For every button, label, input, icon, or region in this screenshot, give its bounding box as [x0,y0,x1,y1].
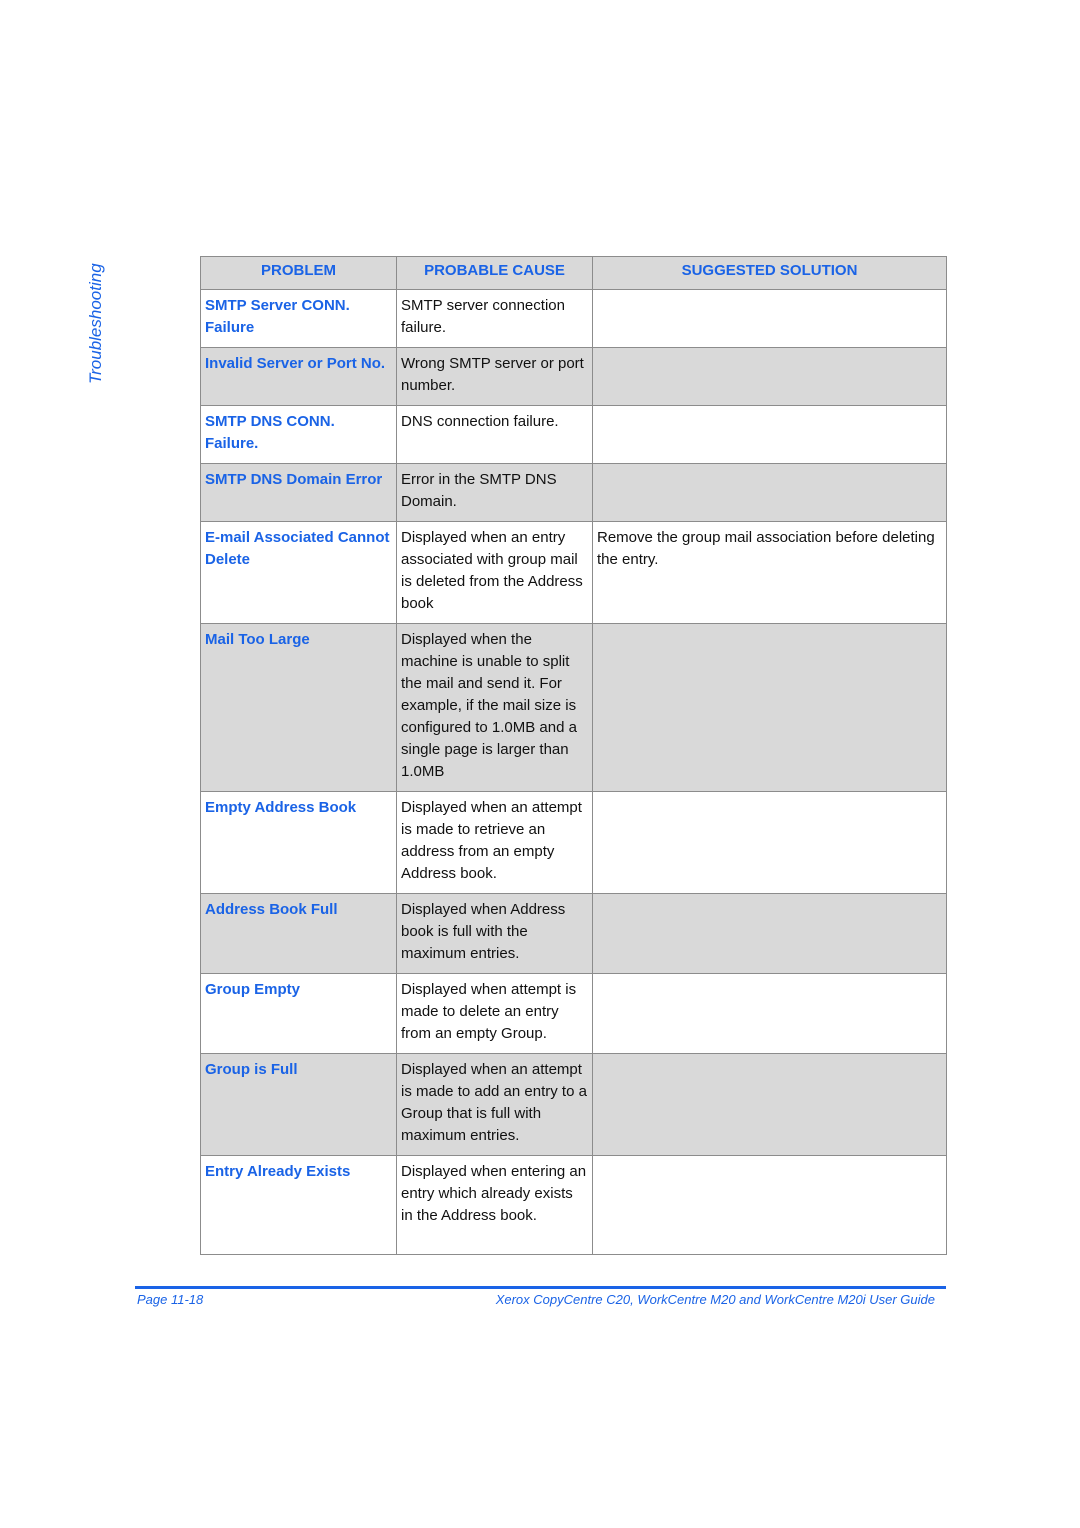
table-row: Empty Address Book Displayed when an atte… [200,791,947,894]
solution-cell [592,289,947,348]
problem-cell: Mail Too Large [200,623,397,792]
problem-cell: Entry Already Exists [200,1155,397,1255]
header-suggested-solution: SUGGESTED SOLUTION [592,256,947,290]
problem-cell: SMTP DNS Domain Error [200,463,397,522]
section-side-title: Troubleshooting [86,263,105,384]
problem-cell: Empty Address Book [200,791,397,894]
cause-cell: Displayed when attempt is made to delete… [396,973,593,1054]
cause-cell: Displayed when an entry associated with … [396,521,593,624]
problem-cell: Invalid Server or Port No. [200,347,397,406]
footer-guide-title: Xerox CopyCentre C20, WorkCentre M20 and… [495,1292,935,1307]
solution-cell [592,347,947,406]
footer-page-number: Page 11-18 [137,1292,204,1307]
solution-cell [592,1053,947,1156]
cause-cell: DNS connection failure. [396,405,593,464]
cause-cell: Displayed when the machine is unable to … [396,623,593,792]
table-row: Entry Already Exists Displayed when enter… [200,1155,947,1255]
problem-cell: Group Empty [200,973,397,1054]
cause-cell: Displayed when an attempt is made to ret… [396,791,593,894]
header-probable-cause: PROBABLE CAUSE [396,256,593,290]
cause-cell: Displayed when an attempt is made to add… [396,1053,593,1156]
table-row: Mail Too Large Displayed when the machine… [200,623,947,792]
solution-cell [592,1155,947,1255]
solution-cell [592,623,947,792]
solution-cell [592,791,947,894]
problem-cell: SMTP DNS CONN. Failure. [200,405,397,464]
table-row: Group Empty Displayed when attempt is mad… [200,973,947,1054]
table-row: Group is Full Displayed when an attempt i… [200,1053,947,1156]
cause-cell: SMTP server connection failure. [396,289,593,348]
troubleshooting-table: PROBLEM PROBABLE CAUSE SUGGESTED SOLUTIO… [200,256,947,1255]
table-row: Address Book Full Displayed when Address … [200,893,947,974]
table-row: E-mail Associated Cannot Delete Displayed… [200,521,947,624]
solution-cell [592,973,947,1054]
cause-cell: Displayed when Address book is full with… [396,893,593,974]
problem-cell: SMTP Server CONN. Failure [200,289,397,348]
footer-divider [135,1286,946,1289]
problem-cell: Group is Full [200,1053,397,1156]
problem-cell: Address Book Full [200,893,397,974]
cause-cell: Wrong SMTP server or port number. [396,347,593,406]
cause-cell: Displayed when entering an entry which a… [396,1155,593,1255]
solution-cell [592,405,947,464]
table-header-row: PROBLEM PROBABLE CAUSE SUGGESTED SOLUTIO… [200,256,947,290]
table-row: SMTP Server CONN. Failure SMTP server con… [200,289,947,348]
table-row: SMTP DNS Domain Error Error in the SMTP D… [200,463,947,522]
solution-cell [592,463,947,522]
table-row: Invalid Server or Port No. Wrong SMTP ser… [200,347,947,406]
header-problem: PROBLEM [200,256,397,290]
solution-cell [592,893,947,974]
table-row: SMTP DNS CONN. Failure. DNS connection fa… [200,405,947,464]
solution-cell: Remove the group mail association before… [592,521,947,624]
cause-cell: Error in the SMTP DNS Domain. [396,463,593,522]
problem-cell: E-mail Associated Cannot Delete [200,521,397,624]
